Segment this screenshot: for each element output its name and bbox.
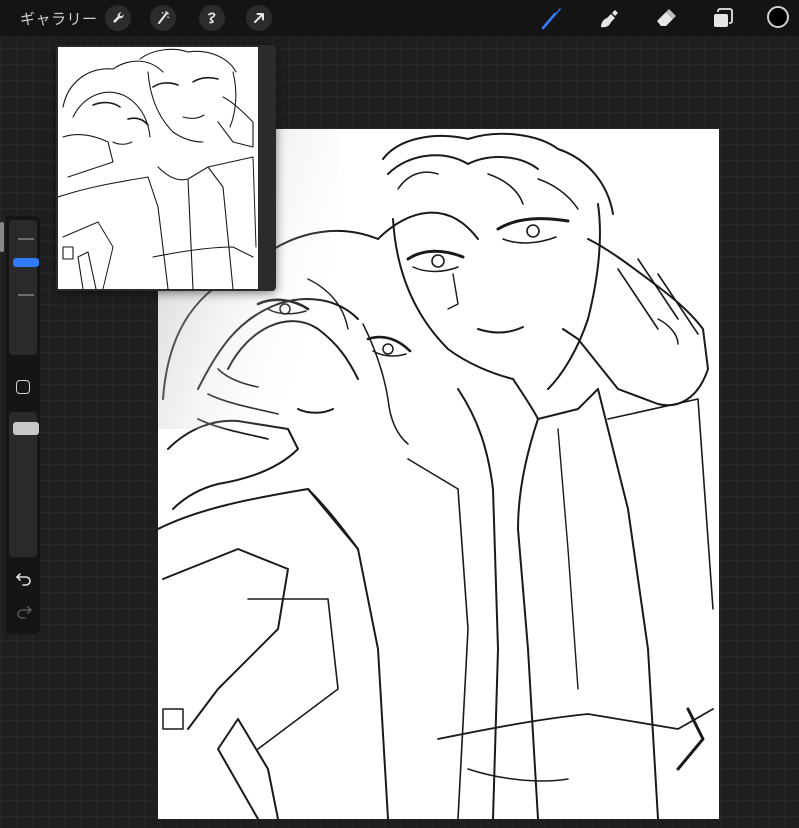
- selection-icon[interactable]: [199, 5, 225, 31]
- gallery-button[interactable]: ギャラリー: [20, 8, 98, 29]
- wrench-icon[interactable]: [105, 5, 131, 31]
- reference-window[interactable]: [56, 45, 276, 291]
- slider-tick: [18, 294, 34, 296]
- undo-arrow-icon[interactable]: [14, 571, 34, 587]
- brush-size-knob[interactable]: [13, 258, 39, 267]
- opacity-knob[interactable]: [13, 422, 39, 435]
- left-sidebar: [6, 216, 40, 634]
- sidebar-drag-handle[interactable]: [0, 222, 4, 252]
- slider-tick: [18, 238, 34, 240]
- square-icon[interactable]: [16, 380, 30, 394]
- redo-arrow-icon[interactable]: [14, 604, 34, 620]
- color-swatch[interactable]: [767, 6, 789, 28]
- opacity-slider[interactable]: [9, 412, 39, 557]
- transform-arrow-icon[interactable]: [246, 5, 272, 31]
- brush-icon[interactable]: [540, 6, 564, 30]
- reference-line-art: [58, 48, 257, 289]
- reference-image: [58, 47, 258, 289]
- top-toolbar: ギャラリー: [0, 0, 799, 36]
- brush-size-slider[interactable]: [9, 220, 39, 355]
- eraser-icon[interactable]: [654, 6, 678, 30]
- layers-icon[interactable]: [711, 6, 735, 30]
- magic-wand-icon[interactable]: [150, 5, 176, 31]
- smudge-icon[interactable]: [597, 6, 621, 30]
